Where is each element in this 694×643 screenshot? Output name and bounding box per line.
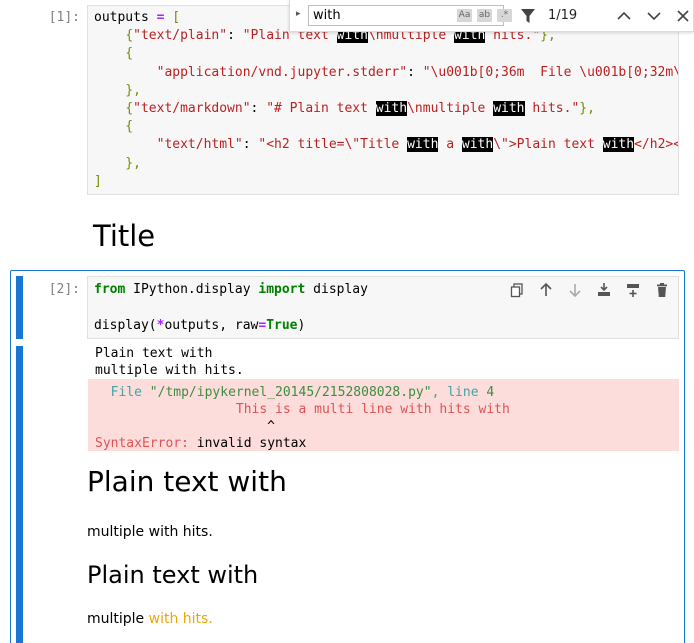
markdown-output-paragraph: multiple with hits. — [87, 524, 213, 540]
code-token: }, — [94, 82, 141, 98]
code-line: display(*outputs, raw=True) — [94, 317, 305, 335]
separator: , — [431, 385, 448, 400]
code-token: { — [125, 28, 134, 44]
code-token: { — [94, 119, 134, 135]
code-line: outputs = [ — [94, 9, 180, 27]
search-match: with — [375, 101, 408, 116]
markdown-title: Title — [93, 219, 156, 253]
file-path: "/tmp/ipykernel_20145/2152808028.py" — [149, 385, 432, 400]
regex-button[interactable]: .* — [497, 9, 512, 22]
code-token: "\u001b[0;36m File \u001b[0;32m\ — [422, 64, 679, 80]
traceback-error-line: SyntaxError: invalid syntax — [95, 435, 306, 452]
toggle-replace-icon[interactable]: ▸ — [296, 9, 301, 19]
html-output-heading: Plain text with — [87, 561, 259, 589]
line-label: line — [447, 385, 487, 400]
html-paragraph-highlight: with hits. — [148, 611, 213, 627]
find-replace-panel: ▸ with Aa ab .* 1/19 — [289, 0, 694, 32]
match-case-button[interactable]: Aa — [457, 9, 472, 22]
code-token: ] — [94, 173, 102, 189]
code-token: "<h2 title=\"Title — [258, 137, 408, 153]
match-count: 1/19 — [548, 8, 578, 23]
code-token: : — [407, 64, 423, 80]
code-token: \nmultiple — [407, 101, 494, 116]
search-match: with — [602, 137, 635, 153]
insert-above-icon[interactable] — [596, 282, 612, 298]
cell-2-prompt: [2]: — [48, 282, 80, 297]
move-down-icon[interactable] — [567, 282, 583, 298]
search-query: with — [313, 8, 341, 23]
code-token: "application/vnd.jupyter.stderr" — [156, 64, 408, 80]
code-token: [ — [164, 10, 181, 25]
code-token: \">Plain text — [493, 137, 603, 153]
duplicate-icon[interactable] — [509, 282, 525, 298]
file-label: File — [95, 385, 150, 400]
code-token: True — [266, 318, 298, 333]
code-token: "text/markdown" — [133, 101, 251, 116]
code-token: </h2>< — [634, 137, 679, 153]
traceback-caret: ^ — [95, 419, 276, 434]
code-token: IPython.display — [125, 282, 259, 297]
close-icon[interactable] — [675, 8, 691, 24]
filter-icon[interactable] — [520, 8, 536, 24]
cell-1-editor[interactable]: outputs = [ {"text/plain": "Plain text w… — [87, 5, 679, 195]
previous-match-icon[interactable] — [616, 8, 632, 24]
code-token: from — [94, 282, 126, 297]
code-line: }, — [94, 82, 141, 100]
traceback-code-line: This is a multi line with hits with — [95, 402, 510, 417]
code-token: }, — [94, 155, 141, 171]
code-token: { — [125, 101, 134, 116]
code-line: "text/html": "<h2 title=\"Title with a w… — [94, 136, 679, 154]
code-line: {"text/markdown": "# Plain text with\nmu… — [94, 100, 595, 118]
line-number: 4 — [486, 385, 495, 400]
search-match: with — [407, 137, 439, 153]
code-token: display( — [94, 318, 157, 333]
stream-output-line: multiple with hits. — [95, 363, 244, 378]
cell-1-prompt: [1]: — [48, 10, 80, 25]
code-line: "application/vnd.jupyter.stderr": "\u001… — [94, 64, 679, 82]
code-token: : — [242, 137, 259, 153]
markdown-output-heading: Plain text with — [87, 465, 287, 498]
code-line: ] — [94, 173, 102, 191]
code-line: from IPython.display import display — [94, 281, 368, 299]
code-line: { — [94, 45, 133, 63]
traceback-file-line: File "/tmp/ipykernel_20145/2152808028.py… — [95, 384, 495, 401]
whole-word-button[interactable]: ab — [477, 9, 492, 22]
code-token: "text/html" — [156, 137, 243, 153]
move-up-icon[interactable] — [538, 282, 554, 298]
stream-output-line: Plain text with — [95, 346, 213, 361]
code-token: "# Plain text — [266, 101, 376, 116]
cell-2-editor[interactable]: from IPython.display import display displ… — [87, 276, 679, 339]
code-token: ) — [297, 318, 306, 333]
html-output-paragraph: multiple with hits. — [87, 611, 213, 627]
delete-icon[interactable] — [654, 282, 670, 298]
code-token: : — [227, 28, 243, 44]
next-match-icon[interactable] — [646, 8, 662, 24]
search-match: with — [461, 137, 494, 153]
code-token: : — [250, 101, 267, 116]
code-token: { — [94, 46, 134, 62]
code-token: a — [438, 137, 462, 153]
code-token: outputs — [94, 10, 157, 25]
code-line: }, — [94, 155, 141, 173]
stderr-output: File "/tmp/ipykernel_20145/2152808028.py… — [88, 379, 679, 451]
code-token: "text/plain" — [133, 28, 228, 44]
code-token: import — [258, 282, 306, 297]
html-paragraph-text: multiple — [87, 611, 149, 627]
code-line: { — [94, 118, 133, 136]
search-input[interactable]: with Aa ab .* — [308, 5, 512, 26]
error-message: invalid syntax — [188, 436, 307, 451]
insert-below-icon[interactable] — [625, 282, 641, 298]
code-token: }, — [579, 101, 595, 116]
error-name: SyntaxError: — [95, 436, 189, 451]
code-token: display — [305, 282, 368, 297]
output-collapser[interactable] — [16, 346, 23, 643]
code-token: hits." — [524, 101, 580, 116]
search-match: with — [493, 101, 525, 116]
code-token: outputs, raw — [164, 318, 259, 333]
